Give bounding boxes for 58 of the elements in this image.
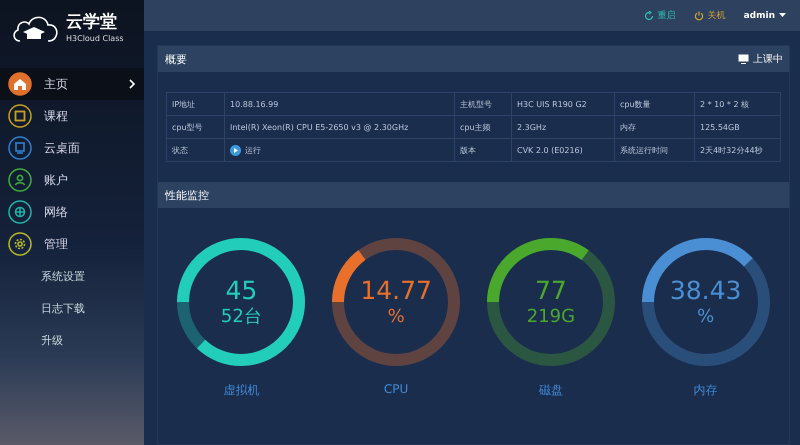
table-cell: cpu型号: [167, 116, 225, 139]
gauge-value: 45: [225, 277, 258, 305]
user-icon: [8, 168, 32, 192]
table-cell: 2天4时32分44秒: [695, 139, 781, 162]
gauge-unit: %: [388, 306, 405, 327]
nav-item[interactable]: 云桌面: [0, 132, 144, 164]
gauge-value: 77: [534, 277, 567, 305]
gauge-unit: 219G: [526, 306, 576, 327]
user-menu[interactable]: admin: [744, 10, 786, 20]
chevron-right-icon: [128, 79, 136, 89]
panel-title: 性能监控: [165, 188, 209, 202]
power-icon: [694, 10, 704, 20]
table-cell: 2.3GHz: [512, 116, 615, 139]
nav-item[interactable]: 课程: [0, 100, 144, 132]
gauge-value: 38.43: [670, 277, 742, 305]
table-cell: CVK 2.0 (E0216): [512, 139, 615, 162]
nav-item[interactable]: 管理: [0, 228, 144, 260]
nav-item[interactable]: 账户: [0, 164, 144, 196]
nav-subitem[interactable]: 日志下载: [0, 292, 144, 324]
brand-subtitle: H3Cloud Class: [66, 34, 124, 42]
gauge-label: CPU: [384, 382, 408, 396]
table-cell: 主机型号: [455, 93, 512, 116]
class-status: 上课中: [753, 52, 783, 66]
table-cell: H3C UIS R190 G2: [512, 93, 615, 116]
play-icon: [230, 144, 241, 156]
globe-icon: [8, 200, 32, 224]
caret-icon: [779, 13, 786, 18]
table-cell: 内存: [615, 116, 695, 139]
refresh-icon: [644, 10, 654, 20]
gauge-unit: %: [697, 306, 714, 327]
settings-icon: [8, 232, 32, 256]
table-cell: 状态: [167, 139, 225, 162]
table-cell: cpu主频: [455, 116, 512, 139]
nav-item[interactable]: 主页: [0, 68, 144, 100]
gauge-label: 虚拟机: [223, 382, 260, 399]
gauge-label: 磁盘: [538, 382, 563, 399]
home-icon: [8, 72, 32, 96]
status-text: 运行: [245, 144, 261, 156]
nav-subitem[interactable]: 系统设置: [0, 260, 144, 292]
table-cell: 版本: [455, 139, 512, 162]
table-cell: cpu数量: [615, 93, 695, 116]
gauge-unit: 52台: [220, 306, 262, 327]
brand-title: 云学堂: [66, 14, 118, 30]
gauge-label: 内存: [694, 382, 718, 399]
table-cell: Intel(R) Xeon(R) CPU E5-2650 v3 @ 2.30GHz: [225, 116, 455, 139]
restart-button[interactable]: 重启: [644, 9, 676, 22]
monitor-icon: [738, 54, 749, 64]
nav-item[interactable]: 网络: [0, 196, 144, 228]
gauge-value: 14.77: [360, 277, 432, 305]
desktop-icon: [8, 136, 32, 160]
nav-subitem[interactable]: 升级: [0, 324, 144, 356]
table-cell: 2 * 10 * 2 核: [695, 93, 781, 116]
table-cell: 系统运行时间: [615, 139, 695, 162]
table-cell: 125.54GB: [695, 116, 781, 139]
shutdown-button[interactable]: 关机: [694, 9, 726, 22]
table-cell: IP地址: [167, 93, 225, 116]
panel-title: 概要: [165, 52, 187, 66]
table-cell: 10.88.16.99: [225, 93, 455, 116]
